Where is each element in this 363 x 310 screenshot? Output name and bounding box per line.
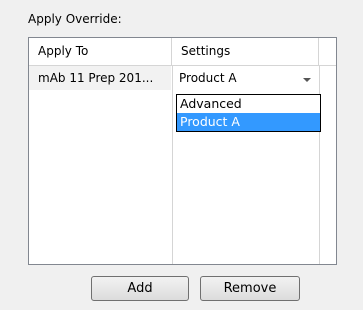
apply-to-cell[interactable]: mAb 11 Prep 201... <box>29 66 171 90</box>
apply-override-label: Apply Override: <box>28 12 122 26</box>
dropdown-option-advanced[interactable]: Advanced <box>177 95 320 113</box>
column-divider <box>172 65 173 264</box>
column-header-filler <box>319 38 336 65</box>
column-header-apply-to[interactable]: Apply To <box>29 38 172 65</box>
dropdown-option-product-a[interactable]: Product A <box>177 113 320 131</box>
table-row[interactable]: mAb 11 Prep 201... Product A <box>29 66 336 90</box>
settings-combobox[interactable]: Product A <box>174 66 318 90</box>
dropdown-arrow-icon[interactable] <box>303 78 311 82</box>
override-grid: Apply To Settings mAb 11 Prep 201... Pro… <box>28 37 337 265</box>
settings-dropdown-list: Advanced Product A <box>176 94 321 132</box>
remove-button[interactable]: Remove <box>200 276 300 301</box>
add-button[interactable]: Add <box>91 276 189 301</box>
column-header-settings[interactable]: Settings <box>172 38 319 65</box>
grid-header: Apply To Settings <box>29 38 336 66</box>
